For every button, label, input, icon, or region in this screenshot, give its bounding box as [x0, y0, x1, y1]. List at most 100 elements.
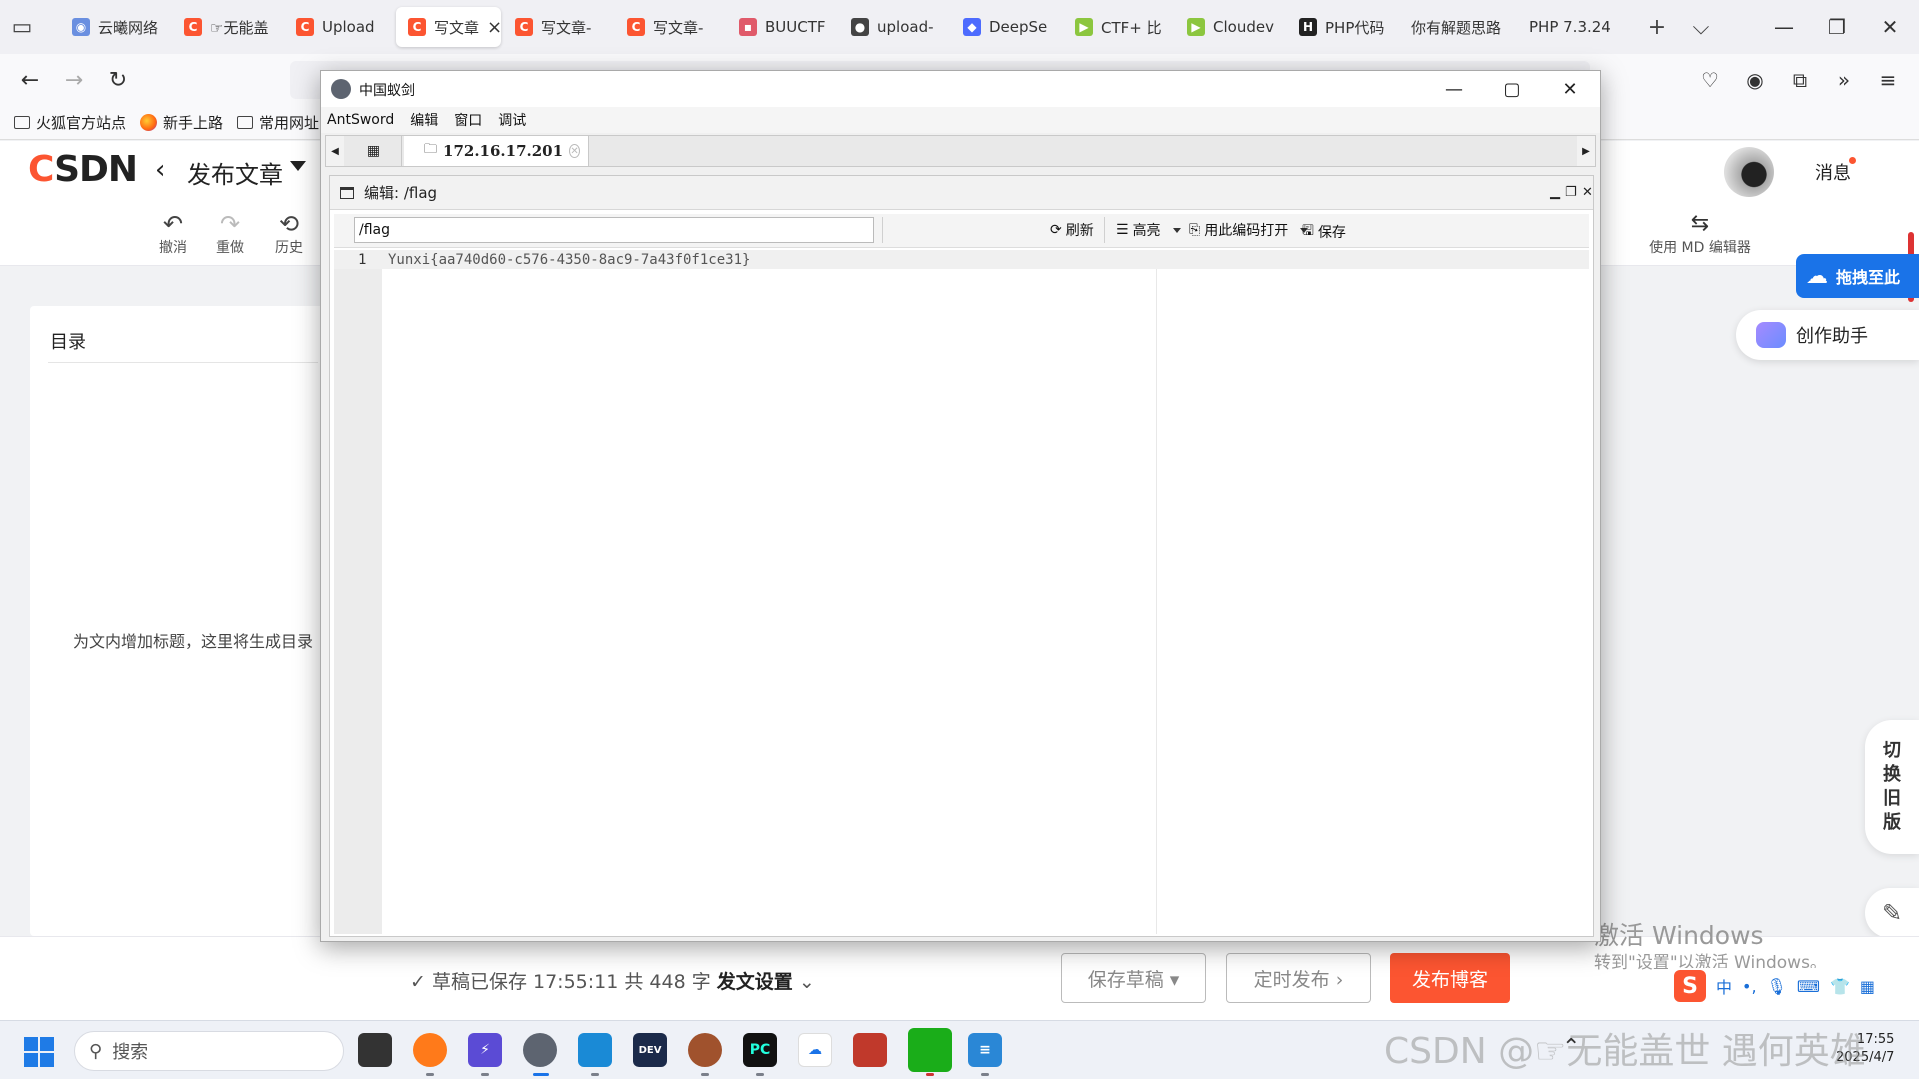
- antsword-taskbar-icon[interactable]: [523, 1033, 557, 1067]
- browser-tab[interactable]: ▶ CTF+ 比: [1063, 7, 1173, 47]
- refresh-button[interactable]: ⟳ 刷新: [1050, 220, 1094, 240]
- back-chevron-icon[interactable]: ‹: [155, 155, 165, 185]
- back-icon[interactable]: ←: [8, 60, 52, 100]
- browser-close-button[interactable]: ✕: [1861, 0, 1919, 54]
- history-button[interactable]: ⟲ 历史: [264, 211, 314, 257]
- messages-link[interactable]: 消息: [1815, 159, 1851, 185]
- antsword-titlebar[interactable]: 中国蚁剑 — ▢ ✕: [321, 71, 1600, 107]
- panel-minimize-icon[interactable]: ▁: [1550, 185, 1560, 200]
- undo-button[interactable]: ↶ 撤消: [148, 211, 198, 257]
- baidu-netdisk-icon[interactable]: ☁: [798, 1033, 832, 1067]
- menu-window[interactable]: 窗口: [454, 110, 482, 130]
- menu-debug[interactable]: 调试: [498, 110, 526, 130]
- list-tabs-button[interactable]: ⌵: [1679, 7, 1723, 47]
- antsword-tabbar: ◀ ▦ 🗀 172.16.17.201 ✕ ▶: [325, 135, 1596, 167]
- close-button[interactable]: ✕: [1541, 71, 1599, 107]
- forward-icon[interactable]: →: [52, 60, 96, 100]
- taskbar-search[interactable]: ⚲ 搜索: [74, 1031, 344, 1071]
- md-editor-label: 使用 MD 编辑器: [1649, 240, 1751, 256]
- mic-icon[interactable]: 🎙: [1767, 977, 1787, 996]
- code-line[interactable]: Yunxi{aa740d60-c576-4350-8ac9-7a43f0f1ce…: [388, 252, 750, 268]
- devcpp-icon[interactable]: DEV: [633, 1033, 667, 1067]
- caret-down-icon: [1172, 227, 1181, 233]
- caret-down-icon[interactable]: [290, 161, 306, 171]
- menu-icon[interactable]: ≡: [1866, 60, 1910, 100]
- close-tab-icon[interactable]: ✕: [569, 144, 580, 158]
- browser-tab[interactable]: ◆ DeepSe: [951, 7, 1061, 47]
- drag-upload-button[interactable]: ☁ 拖拽至此: [1796, 254, 1919, 298]
- sogou-icon[interactable]: S: [1674, 970, 1706, 1002]
- tab-label: Cloudev: [1213, 18, 1274, 36]
- md-editor-button[interactable]: ⇆ 使用 MD 编辑器: [1640, 211, 1760, 257]
- antsword-logo-icon: [331, 79, 351, 99]
- windows-start-icon[interactable]: [24, 1037, 54, 1067]
- browser-tab[interactable]: C 写文章 ×: [396, 7, 501, 47]
- code-editor[interactable]: 1 Yunxi{aa740d60-c576-4350-8ac9-7a43f0f1…: [334, 250, 1589, 934]
- pocket-icon[interactable]: ♡: [1688, 60, 1732, 100]
- scroll-right-icon[interactable]: ▶: [1577, 136, 1595, 166]
- browser-tab[interactable]: ● upload-: [839, 7, 949, 47]
- csdn-logo[interactable]: CSDN: [28, 149, 138, 190]
- bookmark-item[interactable]: 火狐官方站点: [14, 112, 126, 133]
- browser-tab[interactable]: ◉ 云曦网络: [60, 7, 170, 47]
- switch-old-version-button[interactable]: 切 换 旧 版: [1865, 720, 1919, 854]
- browser-tab[interactable]: C 写文章-: [615, 7, 725, 47]
- tab-overview-icon[interactable]: ▭: [0, 7, 44, 47]
- app-icon[interactable]: ⚡: [468, 1033, 502, 1067]
- account-icon[interactable]: ◉: [1733, 60, 1777, 100]
- panel-restore-icon[interactable]: ❐: [1565, 185, 1577, 200]
- ime-mode[interactable]: 中: [1716, 974, 1732, 998]
- scroll-left-icon[interactable]: ◀: [326, 136, 344, 166]
- grid-icon[interactable]: ▦: [1860, 977, 1875, 996]
- browser-tab[interactable]: ▶ Cloudev: [1175, 7, 1285, 47]
- close-tab-icon[interactable]: ×: [487, 17, 501, 38]
- maximize-button[interactable]: ▢: [1483, 71, 1541, 107]
- browser-tab[interactable]: C 写文章-: [503, 7, 613, 47]
- punctuation-icon[interactable]: •,: [1742, 977, 1757, 996]
- browser-tab[interactable]: C ☞无能盖: [172, 7, 282, 47]
- browser-restore-button[interactable]: ❐: [1808, 0, 1866, 54]
- tab-host[interactable]: 🗀 172.16.17.201 ✕: [404, 136, 589, 166]
- new-tab-button[interactable]: +: [1635, 7, 1679, 47]
- tab-label: PHP代码: [1325, 18, 1385, 37]
- avatar[interactable]: [1724, 147, 1774, 197]
- pycharm-icon[interactable]: PC: [743, 1033, 777, 1067]
- home-grid-icon[interactable]: ▦: [346, 136, 402, 166]
- schedule-publish-button[interactable]: 定时发布 ›: [1226, 953, 1371, 1003]
- wechat-icon[interactable]: [908, 1028, 952, 1072]
- reload-icon[interactable]: ↻: [96, 60, 140, 100]
- save-button[interactable]: 🖫 保存: [1302, 220, 1346, 244]
- browser-tab[interactable]: 你有解题思路: [1399, 7, 1515, 47]
- firefox-taskbar-icon[interactable]: [413, 1033, 447, 1067]
- panel-close-icon[interactable]: ✕: [1582, 185, 1593, 200]
- menu-edit[interactable]: 编辑: [410, 110, 438, 130]
- browser-tab[interactable]: PHP 7.3.24: [1517, 7, 1633, 47]
- note-edit-icon[interactable]: ✎: [1865, 888, 1919, 938]
- browser-tab[interactable]: C Upload: [284, 7, 394, 47]
- browser-minimize-button[interactable]: —: [1755, 0, 1813, 54]
- vmware-icon[interactable]: [578, 1033, 612, 1067]
- browser-tab[interactable]: H PHP代码: [1287, 7, 1397, 47]
- creation-assistant-button[interactable]: 创作助手: [1736, 310, 1919, 360]
- taskview-icon[interactable]: [358, 1033, 392, 1067]
- menu-antsword[interactable]: AntSword: [327, 112, 394, 128]
- winrar-icon[interactable]: [853, 1033, 887, 1067]
- notepad-icon[interactable]: ≡: [968, 1033, 1002, 1067]
- publish-button[interactable]: 发布博客: [1390, 953, 1510, 1003]
- highlight-dropdown[interactable]: ☰ 高亮: [1116, 220, 1181, 240]
- browser-tab[interactable]: ▪ BUUCTF: [727, 7, 837, 47]
- keyboard-icon[interactable]: ⌨: [1797, 977, 1820, 996]
- open-with-encoding-dropdown[interactable]: ⎘ 用此编码打开: [1189, 220, 1309, 240]
- bookmark-item[interactable]: 常用网址: [237, 112, 319, 133]
- skin-icon[interactable]: 👕: [1830, 977, 1850, 996]
- post-settings-link[interactable]: 发文设置: [717, 971, 793, 993]
- save-draft-button[interactable]: 保存草稿 ▾: [1061, 953, 1206, 1003]
- path-input[interactable]: [354, 217, 874, 243]
- overflow-icon[interactable]: »: [1822, 60, 1866, 100]
- redo-button[interactable]: ↷ 重做: [205, 211, 255, 257]
- character-icon[interactable]: [688, 1033, 722, 1067]
- extensions-icon[interactable]: ⧉: [1778, 60, 1822, 100]
- minimize-button[interactable]: —: [1425, 71, 1483, 107]
- tab-label: 云曦网络: [98, 18, 159, 37]
- bookmark-item[interactable]: 新手上路: [140, 112, 223, 133]
